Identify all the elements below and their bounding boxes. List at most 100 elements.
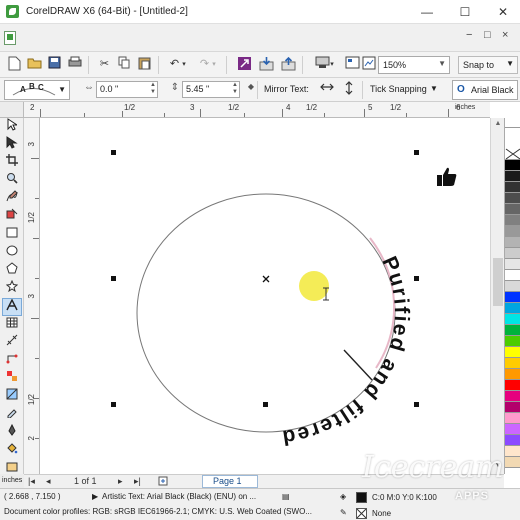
color-swatch[interactable] [505,358,520,369]
undo-dropdown-icon[interactable]: ▾ [180,56,188,73]
shape-tool-icon[interactable] [2,136,22,154]
table-tool-icon[interactable] [2,316,22,334]
ellipse-tool-icon[interactable] [2,244,22,262]
dimension-tool-icon[interactable] [2,334,22,352]
text-path-preset-select[interactable]: A B C ▼ [4,80,70,100]
selection-handle[interactable] [111,150,116,155]
outline-pen-tool-icon[interactable] [2,423,22,442]
first-page-icon[interactable]: |◂ [28,476,35,487]
last-page-icon[interactable]: ▸| [134,476,141,487]
color-swatch[interactable] [505,413,520,424]
next-page-icon[interactable]: ▸ [118,476,123,487]
color-swatch[interactable] [505,314,520,325]
text-tool-icon[interactable] [2,298,22,316]
new-document-icon[interactable] [6,56,23,73]
smart-fill-tool-icon[interactable] [2,208,22,226]
vertical-scrollbar[interactable]: ▲ ▼ [490,118,504,474]
no-color-swatch[interactable] [505,148,520,160]
drawing-canvas[interactable]: Purified and filtered Sourced from highe… [40,118,490,474]
page-tab[interactable]: Page 1 [202,475,258,488]
zoom-level-select[interactable]: 150% ▼ [378,56,450,74]
snap-to-button[interactable]: Snap to ▼ [458,56,518,74]
spinner-icon[interactable]: ▲ ▼ [232,82,238,96]
polygon-tool-icon[interactable] [2,262,22,280]
cut-icon[interactable]: ✂ [96,56,113,73]
transparency-tool-icon[interactable] [2,388,22,406]
doc-minimize-button[interactable]: − [466,29,472,41]
rectangle-tool-icon[interactable] [2,226,22,244]
selection-handle[interactable] [414,402,419,407]
paste-icon[interactable] [136,56,153,73]
color-swatch[interactable] [505,369,520,380]
color-swatch[interactable] [505,391,520,402]
color-swatch[interactable] [505,380,520,391]
color-swatch[interactable] [505,281,520,292]
color-swatch[interactable] [505,424,520,435]
tick-snapping-label[interactable]: Tick Snapping [370,84,427,94]
color-swatch[interactable] [505,325,520,336]
add-page-icon[interactable] [158,476,168,488]
doc-restore-button[interactable]: □ [484,29,491,41]
selection-handle[interactable] [414,276,419,281]
color-swatch[interactable] [505,182,520,193]
copy-icon[interactable] [116,56,133,73]
import-icon[interactable] [258,56,275,73]
color-swatch[interactable] [505,303,520,314]
previous-page-icon[interactable]: ◂ [46,476,51,487]
horizontal-ruler[interactable]: 2 1/2 3 1/2 4 1/2 5 1/2 6 [24,102,490,118]
color-swatch[interactable] [505,292,520,303]
color-swatch[interactable] [505,171,520,182]
scrollbar-thumb[interactable] [493,258,503,306]
mirror-horizontal-icon[interactable] [318,80,336,100]
color-swatch[interactable] [505,160,520,171]
freehand-tool-icon[interactable] [2,190,22,208]
color-swatch[interactable] [505,259,520,270]
crop-tool-icon[interactable] [2,154,22,172]
document-icon[interactable] [4,31,16,45]
spinner-icon[interactable]: ▲ ▼ [150,82,156,96]
color-swatch[interactable] [505,336,520,347]
ruler-origin[interactable] [0,102,24,118]
distance-from-path-field[interactable]: 5.45 " ▲ ▼ [182,81,240,98]
color-profiles-text[interactable]: Document color profiles: RGB: sRGB IEC61… [4,507,312,516]
print-icon[interactable] [66,56,83,73]
selection-handle[interactable] [263,402,268,407]
pick-tool-icon[interactable] [2,118,22,136]
color-swatch[interactable] [505,215,520,226]
color-swatch[interactable] [505,402,520,413]
connector-tool-icon[interactable] [2,352,22,370]
vertical-ruler[interactable]: 3 1/2 3 1/2 2 [24,118,40,474]
offset-field[interactable]: 0.0 " ▲ ▼ [96,81,158,98]
search-content-icon[interactable] [236,56,253,73]
minimize-button[interactable]: — [414,3,440,21]
redo-dropdown-icon[interactable]: ▾ [210,56,218,73]
save-icon[interactable] [46,56,63,73]
fill-tool-icon[interactable] [2,442,22,460]
mirror-vertical-icon[interactable] [340,80,358,100]
color-swatch[interactable] [505,226,520,237]
eyedropper-tool-icon[interactable] [2,406,22,424]
color-swatch[interactable] [505,204,520,215]
outline-color-swatch[interactable] [356,508,367,519]
maximize-button[interactable]: ☐ [452,3,478,21]
doc-close-button[interactable]: × [502,29,508,41]
chevron-down-icon[interactable]: ▼ [430,84,438,93]
application-launcher-icon[interactable] [344,56,361,73]
zoom-tool-icon[interactable] [2,172,22,190]
basic-shapes-tool-icon[interactable] [2,279,22,298]
welcome-screen-icon[interactable] [360,56,377,73]
export-icon[interactable] [280,56,297,73]
color-swatch[interactable] [505,347,520,358]
selection-handle[interactable] [111,276,116,281]
blend-tool-icon[interactable] [2,370,22,388]
color-swatch[interactable] [505,193,520,204]
palette-scroll-up[interactable] [505,118,520,128]
scroll-up-icon[interactable]: ▲ [491,120,505,127]
selection-handle[interactable] [111,402,116,407]
selection-handle[interactable] [414,150,419,155]
curved-text[interactable]: Purified and filtered Sourced from highe… [40,118,413,450]
color-swatch[interactable] [505,248,520,259]
color-swatch[interactable] [505,270,520,281]
close-button[interactable]: ✕ [490,3,516,21]
publish-dropdown-icon[interactable]: ▾ [328,56,336,73]
